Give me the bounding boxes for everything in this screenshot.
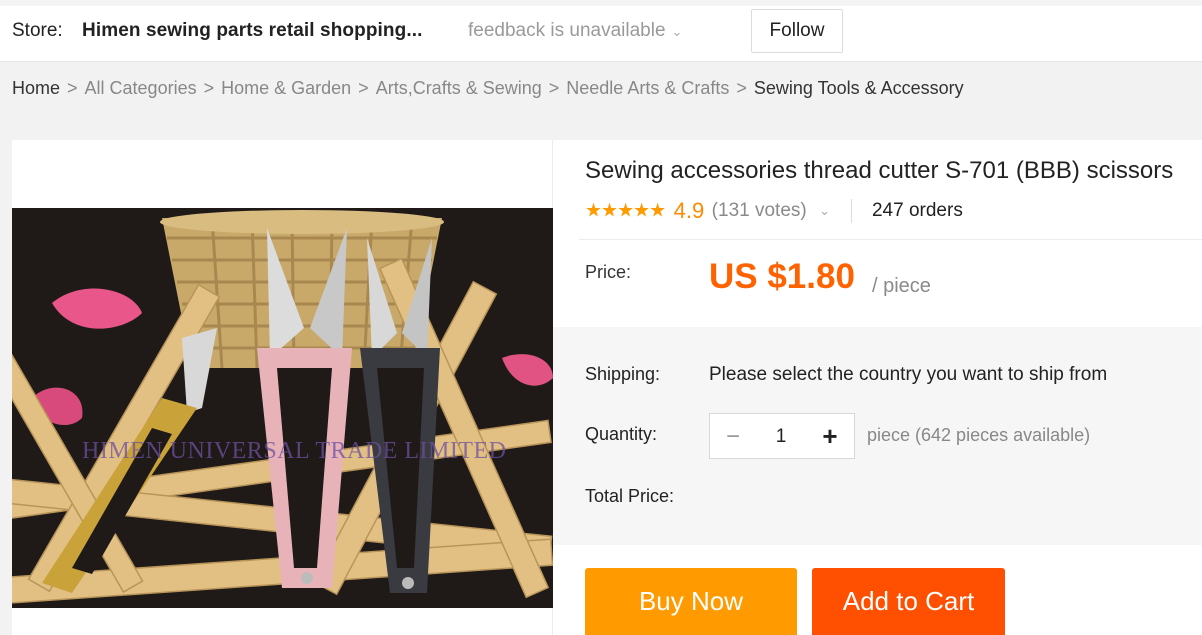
breadcrumb-separator: > <box>736 78 747 98</box>
product-info: Sewing accessories thread cutter S-701 (… <box>553 140 1202 635</box>
price-value: US $1.80 <box>709 257 855 296</box>
shipping-label: Shipping: <box>585 364 661 384</box>
chevron-down-icon[interactable]: ⌄ <box>819 203 830 218</box>
price-label: Price: <box>585 262 632 282</box>
buy-now-button[interactable]: Buy Now <box>585 568 797 635</box>
quantity-input[interactable]: 1 <box>765 426 797 448</box>
quantity-stepper: − 1 + <box>709 413 855 459</box>
breadcrumb-home[interactable]: Home <box>12 78 60 98</box>
votes-link[interactable]: (131 votes) <box>712 200 807 221</box>
chevron-down-icon: ⌄ <box>671 24 683 39</box>
product-gallery: HIMEN UNIVERSAL TRADE LIMITED <box>12 140 553 635</box>
breadcrumb-separator: > <box>548 78 560 98</box>
product-title: Sewing accessories thread cutter S-701 (… <box>585 157 1174 184</box>
breadcrumb-all-categories[interactable]: All Categories <box>85 78 197 98</box>
follow-button[interactable]: Follow <box>751 9 843 53</box>
breadcrumb-sewing-tools[interactable]: Sewing Tools & Accessory <box>754 78 964 98</box>
quantity-label: Quantity: <box>585 424 658 444</box>
product-card: HIMEN UNIVERSAL TRADE LIMITED Sewing acc… <box>12 140 1202 635</box>
star-rating-icon: ★★★★★ <box>585 200 666 222</box>
breadcrumb-separator: > <box>203 78 215 98</box>
store-feedback-text: feedback is unavailable <box>468 20 666 41</box>
rating-score: 4.9 <box>673 198 705 223</box>
purchase-options: Shipping: Please select the country you … <box>553 327 1202 545</box>
quantity-availability: piece (642 pieces available) <box>867 425 1091 445</box>
store-label: Store: <box>12 20 63 41</box>
total-price-label: Total Price: <box>585 486 675 506</box>
store-name-link[interactable]: Himen sewing parts retail shopping... <box>82 20 422 42</box>
breadcrumb-needle-arts[interactable]: Needle Arts & Crafts <box>566 78 729 98</box>
breadcrumb: Home > All Categories > Home & Garden > Arts,C… <box>0 63 1202 113</box>
rating-row: ★★★★★ 4.9 (131 votes) ⌄ 247 orders <box>585 198 963 226</box>
price-unit: / piece <box>872 275 931 297</box>
breadcrumb-separator: > <box>67 78 78 98</box>
product-photo-illustration <box>12 208 553 608</box>
divider <box>850 199 852 223</box>
plus-icon[interactable]: + <box>816 421 844 452</box>
add-to-cart-button[interactable]: Add to Cart <box>812 568 1005 635</box>
breadcrumb-arts-crafts-sewing[interactable]: Arts,Crafts & Sewing <box>376 78 542 98</box>
orders-count: 247 orders <box>871 200 963 221</box>
minus-icon[interactable]: − <box>722 423 744 451</box>
store-feedback-dropdown[interactable]: feedback is unavailable ⌄ <box>468 20 682 42</box>
image-watermark: HIMEN UNIVERSAL TRADE LIMITED <box>82 438 507 464</box>
breadcrumb-separator: > <box>358 78 369 98</box>
divider <box>579 239 1202 240</box>
store-bar: Store: Himen sewing parts retail shoppin… <box>0 0 1202 62</box>
breadcrumb-home-garden[interactable]: Home & Garden <box>221 78 351 98</box>
shipping-selector[interactable]: Please select the country you want to sh… <box>709 364 1107 386</box>
top-strip <box>0 0 1202 6</box>
product-main-image[interactable]: HIMEN UNIVERSAL TRADE LIMITED <box>12 208 553 608</box>
